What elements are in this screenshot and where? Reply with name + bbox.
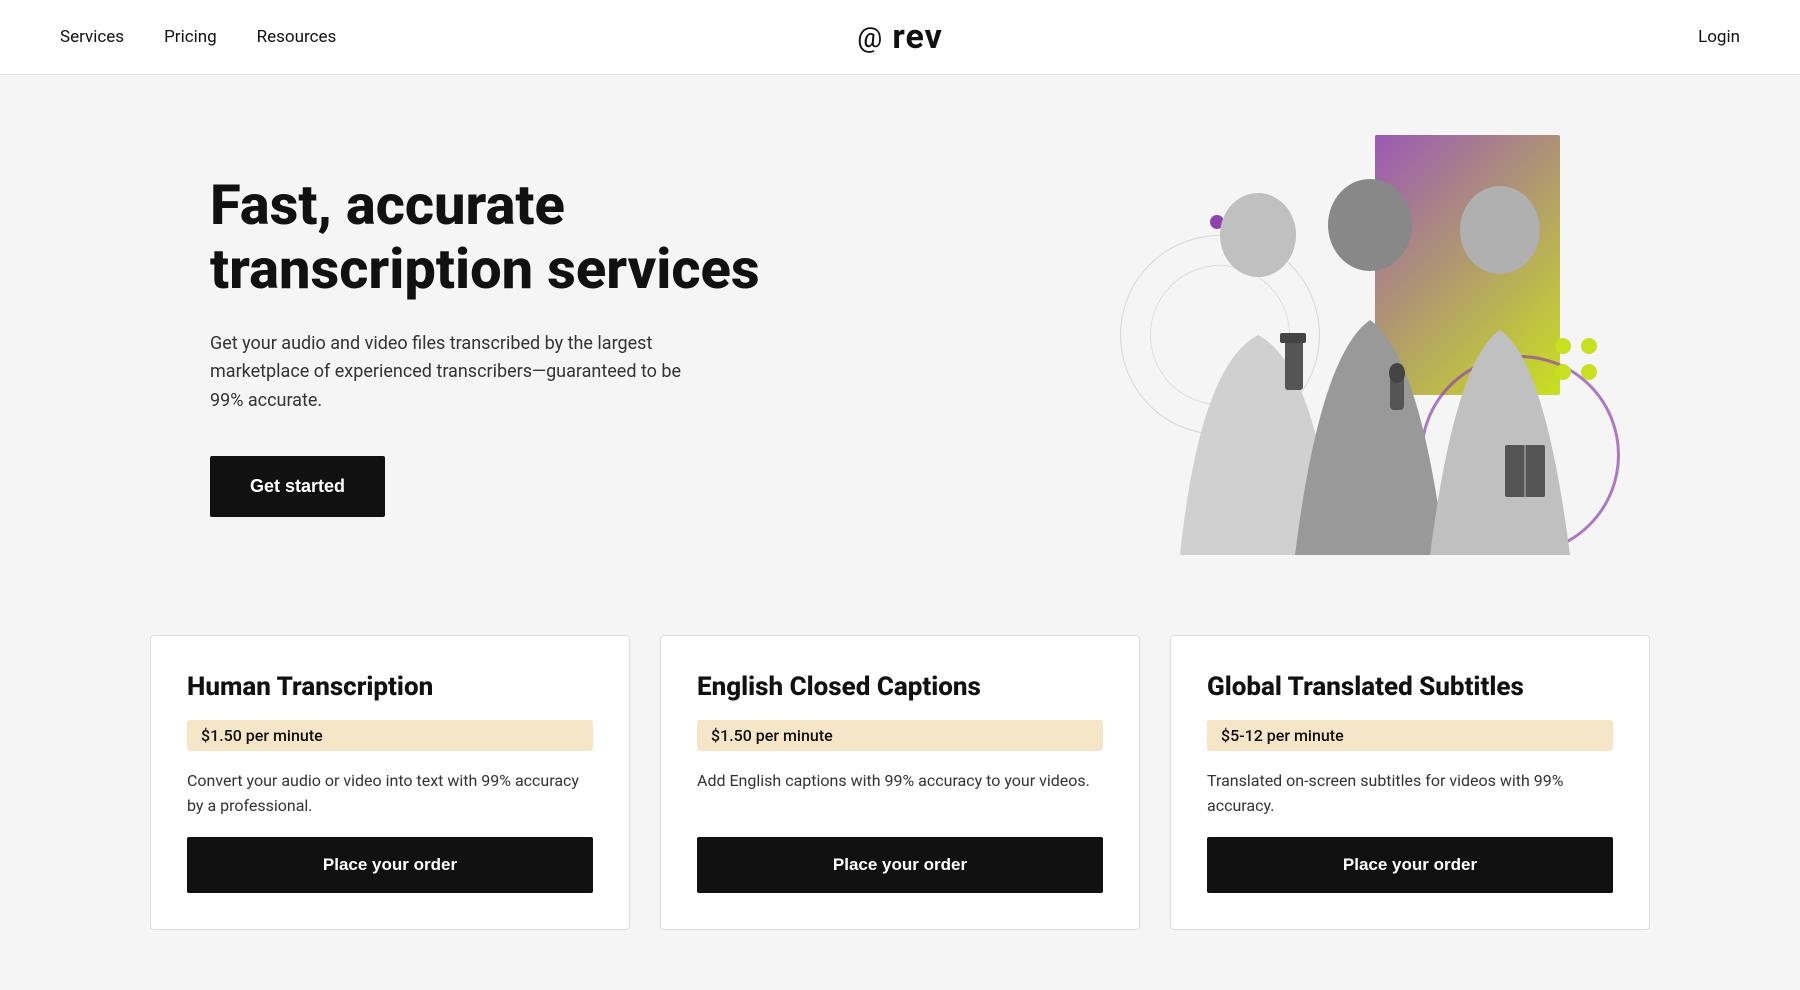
nav-services[interactable]: Services — [60, 27, 124, 47]
get-started-button[interactable]: Get started — [210, 456, 385, 517]
nav-left: Services Pricing Resources — [60, 27, 336, 47]
nav-right: Login — [1698, 27, 1740, 47]
logo-text: rev — [892, 17, 943, 57]
hero-title: Fast, accurate transcription services — [210, 173, 830, 302]
logo-symbol: @ — [857, 21, 882, 54]
card-1-price: $1.50 per minute — [187, 720, 593, 751]
card-1-title: Human Transcription — [187, 672, 593, 702]
card-1-order-button[interactable]: Place your order — [187, 837, 593, 893]
hero-section: Fast, accurate transcription services Ge… — [0, 75, 1800, 615]
hero-people — [1100, 135, 1620, 555]
service-card-transcription: Human Transcription $1.50 per minute Con… — [150, 635, 630, 930]
hero-image — [1100, 135, 1620, 555]
card-3-title: Global Translated Subtitles — [1207, 672, 1613, 702]
card-2-title: English Closed Captions — [697, 672, 1103, 702]
card-3-price: $5-12 per minute — [1207, 720, 1613, 751]
nav-logo[interactable]: @ rev — [857, 17, 943, 57]
nav-login[interactable]: Login — [1698, 27, 1740, 47]
card-1-desc: Convert your audio or video into text wi… — [187, 769, 593, 819]
service-card-captions: English Closed Captions $1.50 per minute… — [660, 635, 1140, 930]
hero-content: Fast, accurate transcription services Ge… — [210, 173, 830, 517]
nav-resources[interactable]: Resources — [257, 27, 337, 47]
card-3-order-button[interactable]: Place your order — [1207, 837, 1613, 893]
hero-subtitle: Get your audio and video files transcrib… — [210, 330, 690, 416]
card-2-desc: Add English captions with 99% accuracy t… — [697, 769, 1103, 794]
nav-pricing[interactable]: Pricing — [164, 27, 217, 47]
card-2-order-button[interactable]: Place your order — [697, 837, 1103, 893]
navbar: Services Pricing Resources @ rev Login — [0, 0, 1800, 75]
services-section: Human Transcription $1.50 per minute Con… — [0, 615, 1800, 990]
card-3-desc: Translated on-screen subtitles for video… — [1207, 769, 1613, 819]
card-2-price: $1.50 per minute — [697, 720, 1103, 751]
service-card-subtitles: Global Translated Subtitles $5-12 per mi… — [1170, 635, 1650, 930]
